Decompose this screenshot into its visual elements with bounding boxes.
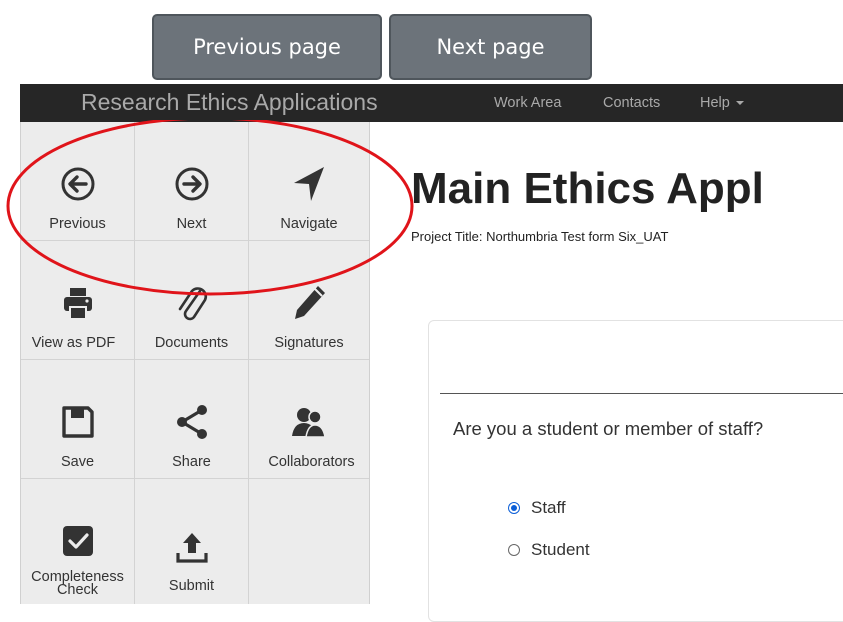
view-as-pdf-button[interactable]: View as PDF [21, 241, 135, 360]
floppy-disk-icon [60, 402, 96, 442]
top-navbar: Research Ethics Applications Work Area C… [20, 84, 843, 122]
caret-down-icon [735, 101, 744, 106]
paperclip-icon [174, 283, 210, 323]
share-label: Share [172, 454, 211, 470]
app-brand[interactable]: Research Ethics Applications [81, 89, 378, 116]
radio-staff[interactable] [508, 502, 520, 514]
navigate-button[interactable]: Navigate [249, 122, 369, 241]
share-icon [173, 402, 211, 442]
nav-help-label: Help [700, 95, 730, 111]
save-label: Save [60, 454, 95, 470]
signatures-button[interactable]: Signatures [249, 241, 369, 360]
option-staff-label: Staff [531, 498, 566, 517]
arrow-left-circle-icon [60, 164, 96, 204]
documents-label: Documents [154, 335, 229, 351]
next-label: Next [176, 216, 207, 232]
save-button[interactable]: Save [21, 360, 135, 479]
question-text: Are you a student or member of staff? [453, 418, 764, 439]
previous-label: Previous [49, 216, 106, 232]
submit-label: Submit [168, 578, 215, 594]
nav-help-dropdown[interactable]: Help [700, 95, 744, 111]
submit-button[interactable]: Submit [135, 479, 249, 604]
previous-button[interactable]: Previous [21, 122, 135, 241]
option-student[interactable]: Student [508, 540, 590, 560]
page-title: Main Ethics Appl [411, 164, 764, 213]
users-icon [289, 402, 329, 442]
nav-work-area[interactable]: Work Area [494, 95, 561, 111]
option-staff[interactable]: Staff [508, 498, 566, 518]
arrow-right-circle-icon [174, 164, 210, 204]
previous-page-button[interactable]: Previous page [152, 14, 382, 80]
empty-tile [249, 479, 369, 604]
action-toolbar: Previous Next Navigate View as PDF Docum… [20, 122, 370, 604]
collaborators-button[interactable]: Collaborators [249, 360, 369, 479]
radio-student[interactable] [508, 544, 520, 556]
pencil-icon [291, 283, 327, 323]
view-as-pdf-label: View as PDF [31, 335, 116, 351]
share-button[interactable]: Share [135, 360, 249, 479]
upload-icon [174, 527, 210, 567]
panel-divider [440, 393, 843, 394]
next-button[interactable]: Next [135, 122, 249, 241]
location-arrow-icon [291, 164, 327, 204]
project-title: Project Title: Northumbria Test form Six… [411, 229, 669, 244]
checkbox-icon [60, 521, 96, 561]
documents-button[interactable]: Documents [135, 241, 249, 360]
collaborators-label: Collaborators [268, 454, 355, 470]
option-student-label: Student [531, 540, 590, 559]
printer-icon [60, 283, 96, 323]
question-panel [428, 320, 843, 622]
navigate-label: Navigate [280, 216, 338, 232]
signatures-label: Signatures [274, 335, 344, 351]
nav-contacts[interactable]: Contacts [603, 95, 660, 111]
next-page-button[interactable]: Next page [389, 14, 592, 80]
completeness-check-button[interactable]: Completeness Check [21, 479, 135, 604]
completeness-check-label: Completeness Check [31, 569, 124, 598]
